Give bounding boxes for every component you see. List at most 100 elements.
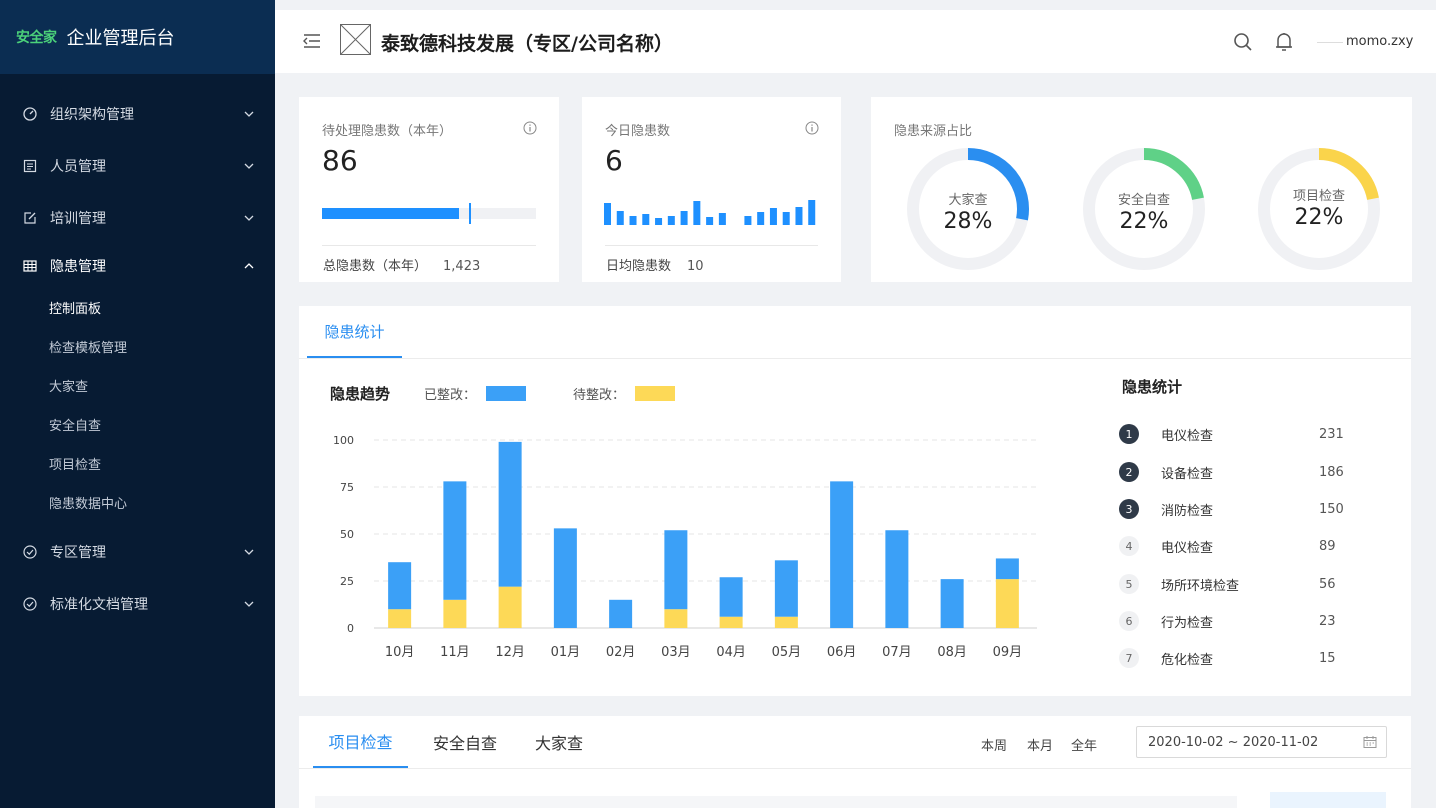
period-week[interactable]: 本周 [981, 735, 1007, 754]
bar-fixed [609, 599, 633, 628]
mini-bar [808, 200, 816, 225]
ranking-row: 7 危化检查 15 [1119, 647, 1349, 669]
submenu-project-check[interactable]: 项目检查 [0, 444, 275, 483]
company-logo-placeholder-icon [340, 24, 371, 55]
check-circle-icon [22, 596, 38, 612]
x-tick-label: 07月 [882, 645, 912, 660]
bar-fixed [940, 579, 964, 628]
today-hazards-card: 今日隐患数 6 日均隐患数 10 [582, 97, 841, 282]
document-list-icon [22, 158, 38, 174]
tab-hazard-stats[interactable]: 隐患统计 [307, 306, 402, 358]
pending-hazards-card: 待处理隐患数（本年） 86 总隐患数（本年） 1,423 [299, 97, 559, 282]
tab-everyone-check[interactable]: 大家查 [535, 716, 583, 768]
submenu-everyone-check[interactable]: 大家查 [0, 366, 275, 405]
x-tick-label: 10月 [385, 645, 415, 660]
bar-fixed [995, 558, 1019, 580]
rank-name: 危化检查 [1161, 652, 1214, 668]
card-label: 隐患来源占比 [894, 124, 973, 139]
date-range-picker[interactable]: 2020-10-02 ~ 2020-11-02 [1136, 726, 1387, 758]
x-tick-label: 11月 [440, 645, 470, 660]
rank-value: 231 [1319, 426, 1344, 442]
rank-name: 设备检查 [1161, 466, 1214, 482]
menu-fold-icon[interactable] [302, 32, 322, 50]
bar-fixed [553, 528, 577, 628]
sidebar-item-org[interactable]: 组织架构管理 [0, 88, 275, 140]
rank-value: 186 [1319, 464, 1344, 480]
submenu-self-check[interactable]: 安全自查 [0, 405, 275, 444]
sidebar-item-label: 人员管理 [50, 159, 106, 175]
pending-progress-bar [322, 203, 536, 224]
donut-label: 大家查 [948, 193, 988, 208]
table-grid-icon [22, 258, 38, 274]
x-tick-label: 06月 [827, 645, 857, 660]
bar-fixed [719, 577, 743, 617]
sidebar-item-zone[interactable]: 专区管理 [0, 526, 275, 578]
rank-name: 行为检查 [1161, 615, 1214, 631]
bar-fixed [498, 441, 522, 587]
ranking-title: 隐患统计 [1122, 378, 1183, 396]
bell-icon[interactable] [1274, 31, 1294, 53]
x-tick-label: 05月 [772, 645, 802, 660]
legend-swatch [635, 386, 676, 401]
brand-title: 企业管理后台 [66, 28, 175, 49]
rank-badge: 5 [1119, 574, 1139, 594]
total-value: 1,423 [443, 259, 481, 274]
sidebar-item-docs[interactable]: 标准化文档管理 [0, 578, 275, 630]
period-month[interactable]: 本月 [1027, 735, 1053, 754]
divider [322, 245, 536, 246]
chevron-up-icon [244, 263, 254, 269]
daily-avg-value: 10 [687, 259, 704, 274]
period-year[interactable]: 全年 [1071, 735, 1097, 754]
submenu-data-center[interactable]: 隐患数据中心 [0, 483, 275, 522]
chevron-down-icon [244, 215, 254, 221]
info-icon[interactable] [805, 121, 819, 135]
rank-name: 场所环境检查 [1161, 578, 1240, 594]
x-tick-label: 12月 [495, 645, 525, 660]
company-name: 泰致德科技发展（专区/公司名称） [381, 33, 673, 55]
user-name[interactable]: momo.zxy [1346, 34, 1413, 49]
edit-icon [22, 210, 38, 226]
sidebar-item-staff[interactable]: 人员管理 [0, 140, 275, 192]
card-footer: 日均隐患数 10 [606, 255, 704, 274]
chevron-down-icon [244, 549, 254, 555]
bar-pending [774, 616, 798, 628]
submenu-control-panel[interactable]: 控制面板 [0, 288, 275, 327]
donut-self-check: 安全自查 22% [1080, 145, 1208, 273]
mini-bar [642, 214, 650, 225]
x-tick-label: 03月 [661, 645, 691, 660]
y-tick-label: 75 [340, 481, 354, 494]
bar-pending [995, 579, 1019, 628]
mini-bar [718, 213, 726, 225]
tab-self-check[interactable]: 安全自查 [433, 716, 497, 768]
avatar[interactable] [1317, 42, 1343, 43]
ranking-row: 4 电仪检查 89 [1119, 535, 1349, 557]
donut-label: 项目检查 [1292, 189, 1345, 204]
search-icon[interactable] [1233, 32, 1253, 52]
calendar-icon [1363, 736, 1377, 748]
bar-fixed [885, 530, 909, 628]
progress-fill [322, 208, 459, 219]
hazard-submenu: 控制面板 检查模板管理 大家查 安全自查 项目检查 隐患数据中心 [0, 288, 275, 526]
bar-pending [443, 599, 467, 628]
submenu-template[interactable]: 检查模板管理 [0, 327, 275, 366]
rank-badge: 4 [1119, 536, 1139, 556]
ranking-row: 2 设备检查 186 [1119, 461, 1349, 483]
rank-badge: 3 [1119, 499, 1139, 519]
sidebar-item-hazard[interactable]: 隐患管理 [0, 244, 275, 288]
donut-percent: 22% [1294, 205, 1344, 230]
tab-project-check[interactable]: 项目检查 [313, 716, 408, 768]
sidebar-item-label: 隐患管理 [50, 259, 106, 275]
sidebar-item-label: 培训管理 [50, 211, 106, 227]
x-tick-label: 01月 [551, 645, 581, 660]
hazard-stats-panel: 隐患统计 隐患趋势 已整改： 待整改： 0 25 50 75 100 10月 11月 12月 0… [299, 306, 1411, 696]
divider [605, 245, 818, 246]
sidebar-item-training[interactable]: 培训管理 [0, 192, 275, 244]
bar-fixed [443, 481, 467, 600]
mini-bar [706, 217, 714, 225]
sidebar-item-label: 组织架构管理 [50, 107, 134, 123]
info-icon[interactable] [523, 121, 537, 135]
trend-title: 隐患趋势 [330, 385, 391, 403]
x-tick-label: 04月 [716, 645, 746, 660]
mini-bar [655, 218, 663, 225]
bar-fixed [388, 562, 412, 610]
